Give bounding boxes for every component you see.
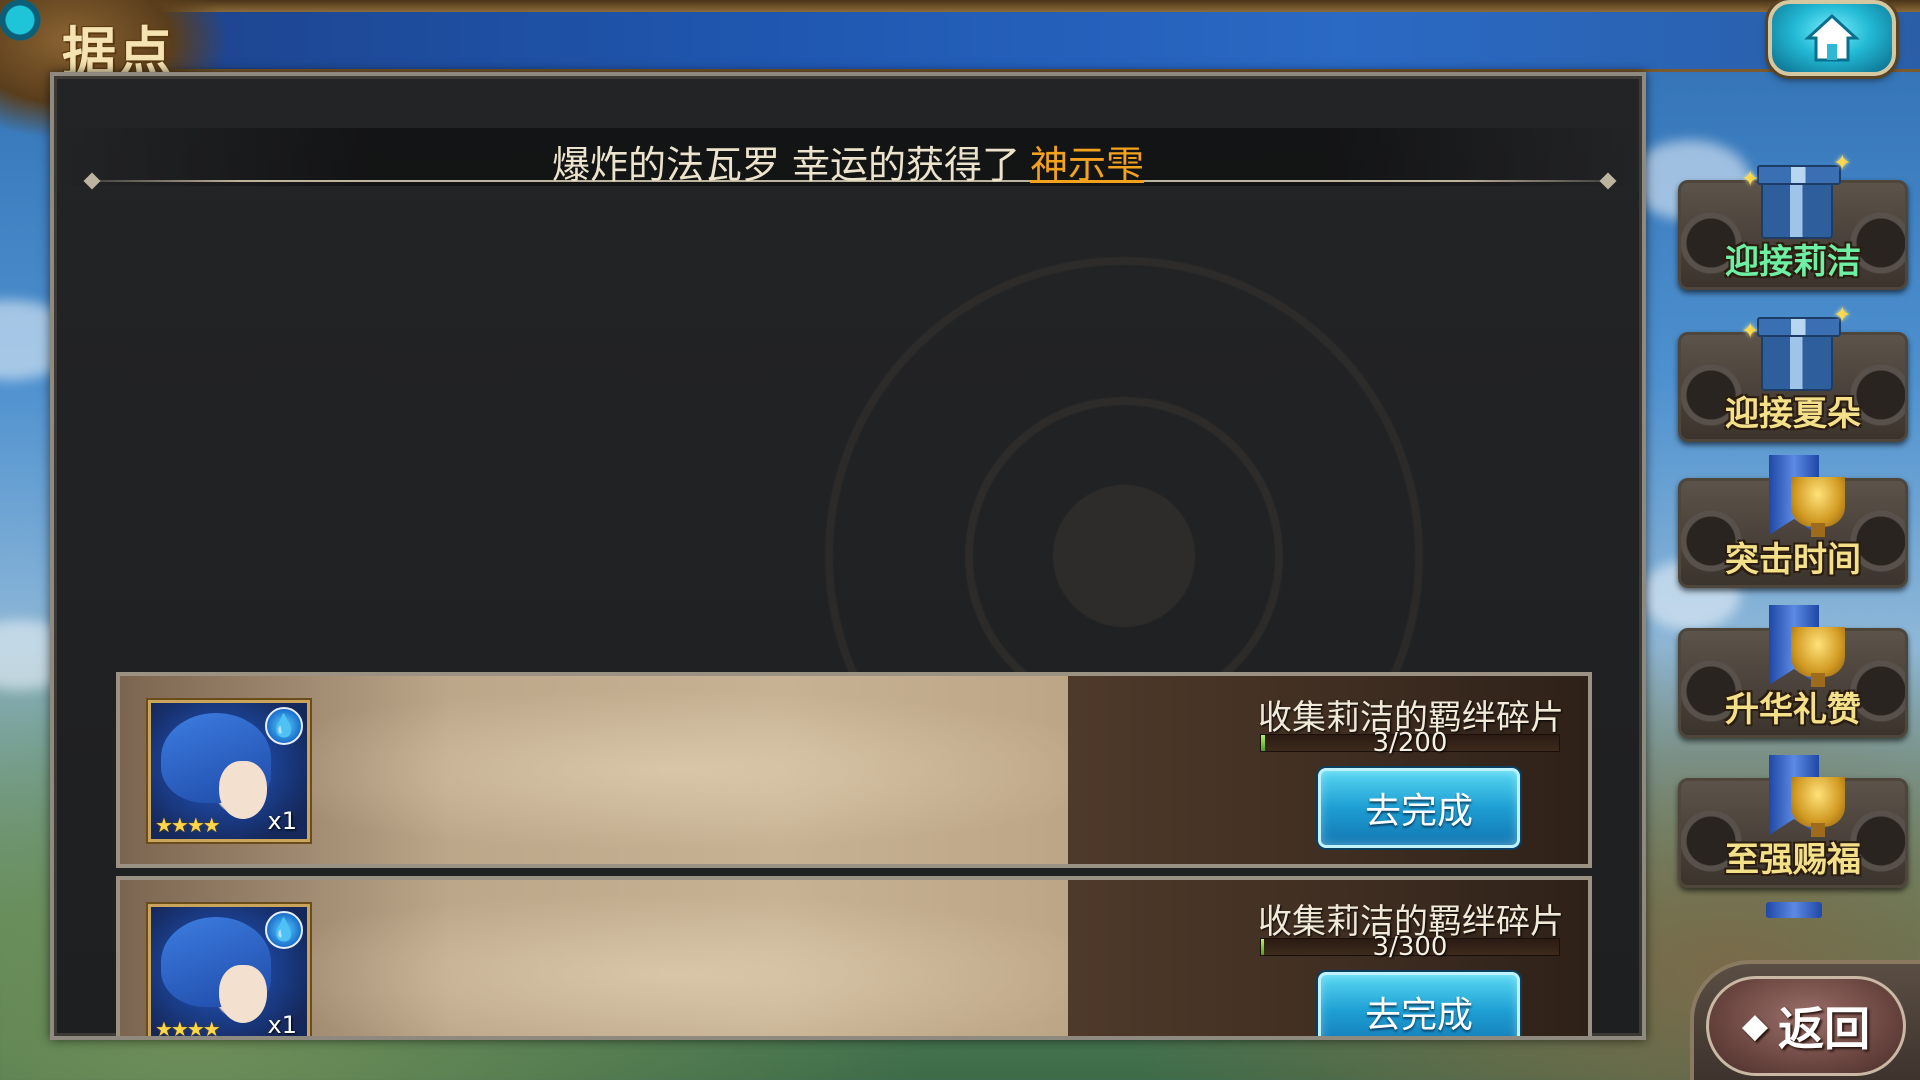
gift-box-icon: ✦ ✦ — [1741, 299, 1851, 399]
trophy-cup — [1791, 627, 1845, 687]
rarity-stars: ★★★★ — [155, 1017, 221, 1040]
event-label: 至强赐福 — [1725, 840, 1861, 880]
go-complete-button[interactable]: 去完成 — [1318, 972, 1520, 1036]
event-sublimation-praise[interactable]: 升华礼赞 — [1678, 605, 1908, 738]
sparkle-icon: ✦ — [1833, 151, 1852, 176]
character-shard-portrait[interactable]: 💧 ★★★★ x1 — [148, 904, 310, 1040]
event-welcome-lijie[interactable]: ✦ ✦ 迎接莉洁 — [1678, 151, 1908, 290]
announcement-message: 爆炸的法瓦罗 幸运的获得了 神示雫 — [54, 134, 1642, 189]
back-arrow-icon: ◆ — [1741, 1006, 1769, 1046]
portrait-face — [219, 761, 267, 819]
trophy-icon — [1741, 595, 1851, 695]
back-label: 返回 — [1778, 1002, 1871, 1056]
banner-flag — [1766, 902, 1822, 918]
event-assault-time[interactable]: 突击时间 — [1678, 455, 1908, 588]
sparkle-icon: ✦ — [1741, 167, 1760, 192]
gift-box-icon: ✦ ✦ — [1741, 147, 1851, 247]
top-bar-rim — [0, 0, 1920, 12]
trophy-icon — [1741, 445, 1851, 545]
sparkle-icon: ✦ — [1741, 319, 1760, 344]
rarity-stars: ★★★★ — [155, 813, 221, 837]
gift-box — [1757, 317, 1841, 391]
task-progress-text: 3/200 — [1372, 728, 1448, 758]
water-drop-icon: 💧 — [265, 911, 303, 949]
trophy-cup — [1791, 477, 1845, 537]
event-supreme-blessing[interactable]: 至强赐福 — [1678, 755, 1908, 888]
gift-box — [1757, 165, 1841, 239]
water-drop-icon: 💧 — [265, 707, 303, 745]
item-quantity: x1 — [267, 1011, 297, 1039]
character-shard-portrait[interactable]: 💧 ★★★★ x1 — [148, 700, 310, 842]
event-label: 迎接夏朵 — [1725, 394, 1861, 434]
top-bar — [0, 0, 1920, 72]
main-panel: 爆炸的法瓦罗 幸运的获得了 神示雫 💧 ★★★★ x1 收集莉洁的羁绊碎片 3/2… — [50, 72, 1646, 1040]
trophy-cup — [1791, 777, 1845, 837]
announcement-text: 爆炸的法瓦罗 幸运的获得了 — [551, 143, 1021, 187]
task-progress-text: 3/300 — [1372, 932, 1448, 962]
home-icon — [1804, 13, 1860, 62]
event-label: 迎接莉洁 — [1725, 242, 1861, 282]
sparkle-icon: ✦ — [1833, 303, 1852, 328]
task-card: 💧 ★★★★ x1 收集莉洁的羁绊碎片 3/300 去完成 — [116, 876, 1592, 1040]
event-welcome-xiaduo[interactable]: ✦ ✦ 迎接夏朵 — [1678, 303, 1908, 442]
home-button[interactable] — [1768, 0, 1896, 76]
portrait-face — [219, 965, 267, 1023]
item-quantity: x1 — [267, 807, 297, 835]
go-complete-button[interactable]: 去完成 — [1318, 768, 1520, 848]
task-card: 💧 ★★★★ x1 收集莉洁的羁绊碎片 3/200 去完成 — [116, 672, 1592, 868]
announcement-item-link[interactable]: 神示雫 — [1030, 143, 1144, 187]
event-menu-more-indicator[interactable] — [1700, 900, 1890, 920]
trophy-icon — [1741, 745, 1851, 845]
event-label: 升华礼赞 — [1725, 690, 1861, 730]
back-button[interactable]: ◆ 返回 — [1706, 976, 1906, 1076]
event-label: 突击时间 — [1725, 540, 1861, 580]
